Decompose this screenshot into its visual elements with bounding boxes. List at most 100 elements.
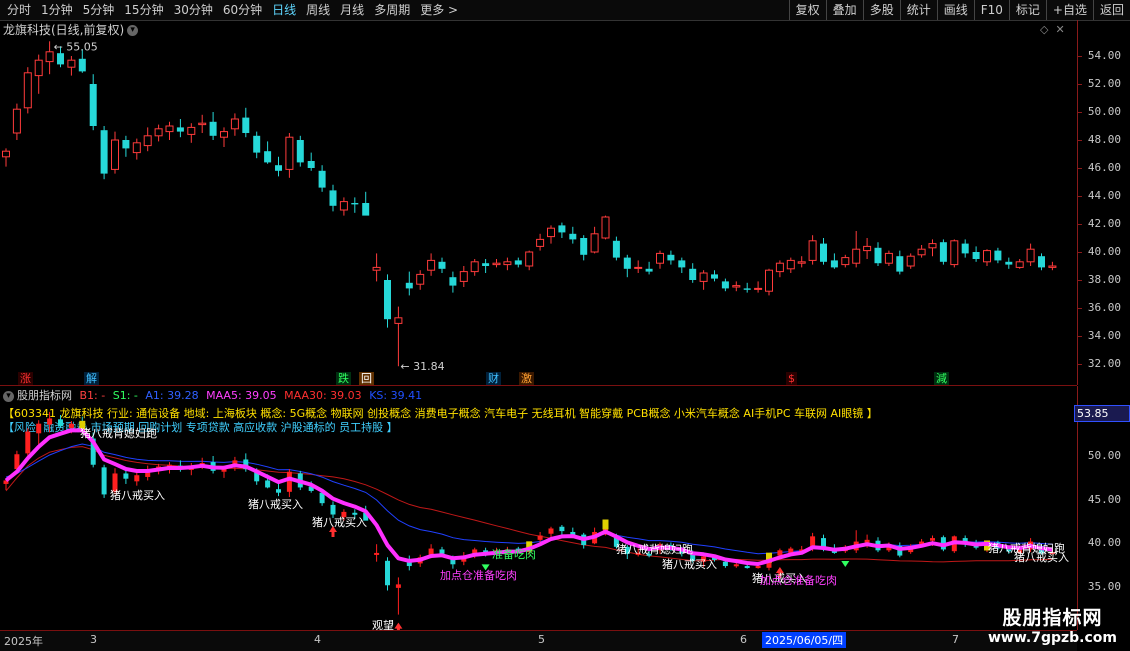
add-watchlist-button[interactable]: +自选 xyxy=(1045,0,1093,20)
price-tag: 53.85 xyxy=(1074,405,1130,422)
indicator-bar xyxy=(548,528,554,534)
fuquan-button[interactable]: 复权 xyxy=(788,0,826,20)
signal-label: 猪八戒买入 xyxy=(312,516,367,529)
indicator-bar xyxy=(47,418,53,425)
tab-more[interactable]: 更多 > xyxy=(415,0,463,20)
date-axis: 2025年 3 4 5 6 2025/06/05/四 7 xyxy=(0,630,1077,651)
candle-body xyxy=(165,125,174,133)
mark-button[interactable]: 标记 xyxy=(1008,0,1046,20)
indicator-bar xyxy=(439,549,445,554)
price-tick: 50.00 xyxy=(1087,105,1121,118)
candle-body xyxy=(394,317,403,324)
tab-monthly[interactable]: 月线 xyxy=(335,0,369,20)
candle-body xyxy=(689,268,697,280)
action-buttons: 复权 叠加 多股 统计 画线 F10 标记 +自选 返回 xyxy=(788,0,1130,20)
candle-body xyxy=(12,108,21,134)
candle-body xyxy=(786,259,795,270)
indicator-axis: 50.00 45.00 40.00 35.00 xyxy=(1077,386,1130,630)
signal-label: 猪八戒背媳妇跑 xyxy=(80,427,157,440)
candle-body xyxy=(1015,261,1024,268)
indicator-bar xyxy=(722,561,728,567)
candle-body xyxy=(459,271,468,282)
price-tick: 52.00 xyxy=(1087,77,1121,90)
event-tag[interactable]: 涨 xyxy=(18,372,33,385)
indicator-bar xyxy=(559,526,565,532)
indicator-bar xyxy=(395,584,401,588)
tab-fenshi[interactable]: 分时 xyxy=(2,0,36,20)
multi-stock-button[interactable]: 多股 xyxy=(862,0,900,20)
candle-body xyxy=(362,203,370,216)
tab-weekly[interactable]: 周线 xyxy=(301,0,335,20)
tab-multi-period[interactable]: 多周期 xyxy=(369,0,415,20)
candle-body xyxy=(220,131,228,138)
event-tag[interactable]: 解 xyxy=(84,372,99,385)
indicator-tick: 40.00 xyxy=(1087,536,1121,550)
tab-60min[interactable]: 60分钟 xyxy=(218,0,267,20)
f10-button[interactable]: F10 xyxy=(973,0,1009,20)
candle-body xyxy=(296,140,304,163)
tab-daily[interactable]: 日线 xyxy=(267,0,301,20)
watermark: 股朋指标网 www.7gpzb.com xyxy=(988,603,1117,646)
date-label: 2025年 xyxy=(4,635,43,648)
tab-5min[interactable]: 5分钟 xyxy=(78,0,120,20)
candle-body xyxy=(307,161,315,168)
candle-body xyxy=(187,126,196,135)
axis-tick xyxy=(1078,308,1082,309)
candle-body xyxy=(242,117,250,133)
candle-body xyxy=(667,254,675,261)
candle-body xyxy=(45,51,54,63)
candle-body xyxy=(884,252,893,264)
candle-body xyxy=(492,262,501,266)
price-tick: 46.00 xyxy=(1087,161,1121,174)
stats-button[interactable]: 统计 xyxy=(899,0,937,20)
tab-30min[interactable]: 30分钟 xyxy=(169,0,218,20)
tab-1min[interactable]: 1分钟 xyxy=(36,0,78,20)
axis-tick xyxy=(1078,252,1082,253)
candle-body xyxy=(645,268,653,272)
candle-body xyxy=(449,277,457,286)
indicator-tick: 45.00 xyxy=(1087,492,1121,506)
date-label: 3 xyxy=(90,633,97,646)
candle-body xyxy=(351,203,359,205)
candle-body xyxy=(253,135,261,153)
signal-label: 猪八戒背媳妇跑 xyxy=(616,543,693,556)
candle-body xyxy=(590,233,599,253)
candle-body xyxy=(775,262,784,273)
event-tag[interactable]: 跌 xyxy=(336,372,351,385)
candle-body xyxy=(820,243,827,262)
back-button[interactable]: 返回 xyxy=(1092,0,1130,20)
candle-body xyxy=(743,288,751,290)
candle-body xyxy=(285,136,294,170)
candlestick-chart[interactable]: ← 55.05 ← 31.84 xyxy=(0,20,1077,385)
draw-line-button[interactable]: 画线 xyxy=(936,0,974,20)
overlay-button[interactable]: 叠加 xyxy=(825,0,863,20)
candle-body xyxy=(154,128,163,137)
indicator-bar xyxy=(733,564,739,567)
candle-body xyxy=(983,250,991,263)
candle-body xyxy=(623,257,631,269)
event-tag[interactable]: 減 xyxy=(934,372,949,385)
signal-label: 猪八戒买入 xyxy=(110,489,165,502)
main-price-axis: 54.00 52.00 50.00 48.00 46.00 44.00 42.00 40.00… xyxy=(1077,20,1130,385)
candle-body xyxy=(416,273,425,285)
candle-body xyxy=(896,256,904,272)
event-tag[interactable]: 激 xyxy=(519,372,534,385)
candle-body xyxy=(1038,256,1045,268)
candle-body xyxy=(830,260,838,268)
buy-arrow-icon xyxy=(394,622,403,630)
price-tick: 54.00 xyxy=(1087,49,1121,62)
indicator-chart[interactable] xyxy=(0,386,1077,630)
signal-label: 准备吃肉 xyxy=(492,548,536,561)
candle-body xyxy=(765,269,773,292)
candle-body xyxy=(503,261,512,266)
price-tick: 40.00 xyxy=(1087,245,1121,258)
indicator-bar xyxy=(123,473,129,479)
sell-arrow-icon xyxy=(841,560,850,567)
event-tag[interactable]: 回 xyxy=(359,372,374,385)
tab-15min[interactable]: 15分钟 xyxy=(119,0,168,20)
candle-body xyxy=(100,130,108,174)
event-tag[interactable]: 财 xyxy=(486,372,501,385)
price-tick: 44.00 xyxy=(1087,189,1121,202)
date-label: 4 xyxy=(314,633,321,646)
event-tag[interactable]: $ xyxy=(786,372,797,385)
